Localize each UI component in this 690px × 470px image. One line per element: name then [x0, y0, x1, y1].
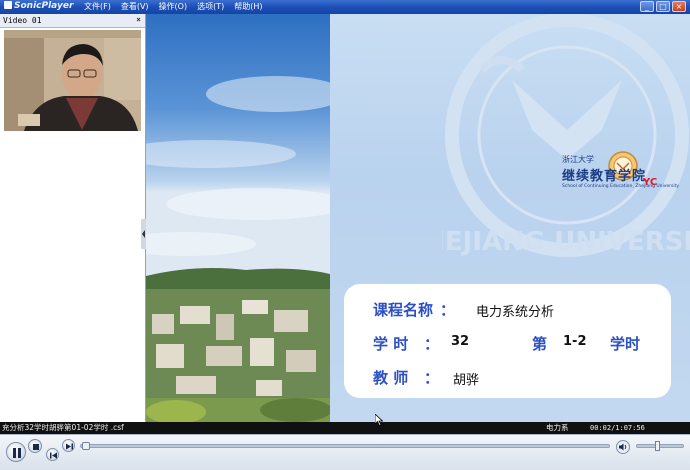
menu-options[interactable]: 选项(T): [197, 1, 224, 12]
status-file-title: 充分析32学时胡骅第01-02学时 .csf: [2, 423, 124, 432]
stop-icon: [33, 444, 39, 450]
mouse-cursor-icon: [375, 414, 383, 426]
seek-thumb[interactable]: [81, 442, 90, 450]
slide-area: ZHEJIANG UNIVERSITY 浙江大学 继续教育学院 School o…: [146, 14, 690, 422]
university-watermark: ZHEJIANG UNIVERSITY: [442, 14, 690, 257]
title-bar: SonicPlayer 文件(F) 查看(V) 操作(O) 选项(T) 帮助(H…: [0, 0, 690, 14]
hours-label: 学 时: [373, 335, 409, 353]
menu-file[interactable]: 文件(F): [84, 1, 111, 12]
status-bar: 充分析32学时胡骅第01-02学时 .csf 电力系 00:02/1:07:56: [0, 422, 690, 434]
app-logo: SonicPlayer: [4, 1, 73, 11]
playback-controls: [0, 434, 690, 470]
previous-button[interactable]: [46, 448, 59, 461]
video-panel: Video 01 ×: [0, 14, 146, 422]
volume-thumb[interactable]: [655, 441, 661, 451]
app-logo-icon: [4, 1, 12, 9]
course-info-box: 课程名称 ： 电力系统分析 学 时 ： 32 第 1-2 学时 教 师 ： 胡骅: [344, 284, 671, 398]
video-panel-close-icon[interactable]: ×: [136, 15, 141, 24]
watermark-text: ZHEJIANG UNIVERSITY: [442, 227, 690, 257]
play-pause-icon: [13, 448, 21, 458]
maximize-icon[interactable]: □: [656, 1, 670, 12]
app-name: SonicPlayer: [14, 1, 74, 11]
lecturer-video-frame: [4, 30, 141, 131]
session-label: 第: [532, 335, 548, 353]
campus-photo: [146, 14, 330, 422]
teacher-value: 胡骅: [453, 373, 480, 388]
brand-tag: YC: [643, 177, 658, 188]
previous-icon: [50, 452, 57, 459]
hours-value: 32: [451, 334, 470, 349]
teacher-colon: ：: [424, 369, 440, 387]
seek-bar[interactable]: [80, 442, 610, 450]
video-panel-header: Video 01 ×: [0, 14, 145, 28]
minimize-icon[interactable]: _: [640, 1, 654, 12]
brand-university: 浙江大学: [562, 155, 594, 164]
stop-button[interactable]: [28, 439, 42, 453]
volume-slider[interactable]: [636, 441, 684, 451]
status-time: 00:02/1:07:56: [590, 424, 645, 432]
play-pause-button[interactable]: [6, 442, 26, 462]
session-unit: 学时: [610, 335, 641, 353]
volume-icon[interactable]: [616, 440, 630, 454]
course-name-value: 电力系统分析: [476, 305, 555, 320]
session-value: 1-2: [563, 334, 587, 349]
status-clip-name: 电力系: [546, 423, 569, 432]
next-icon: [66, 443, 73, 450]
window-buttons: _ □ ×: [640, 1, 686, 12]
menu-operate[interactable]: 操作(O): [159, 1, 188, 12]
menu-help[interactable]: 帮助(H): [234, 1, 262, 12]
video-panel-title: Video 01: [3, 16, 42, 25]
menu-view[interactable]: 查看(V): [121, 1, 149, 12]
hours-colon: ：: [424, 335, 440, 353]
campus-photo-image: [146, 14, 330, 422]
course-name-colon: ：: [440, 301, 456, 319]
lecturer-video[interactable]: [4, 30, 141, 131]
next-button[interactable]: [62, 439, 75, 452]
course-name-label: 课程名称: [373, 301, 434, 319]
close-icon[interactable]: ×: [672, 1, 686, 12]
menu-bar: 文件(F) 查看(V) 操作(O) 选项(T) 帮助(H): [84, 1, 263, 12]
teacher-label: 教 师: [373, 369, 409, 387]
